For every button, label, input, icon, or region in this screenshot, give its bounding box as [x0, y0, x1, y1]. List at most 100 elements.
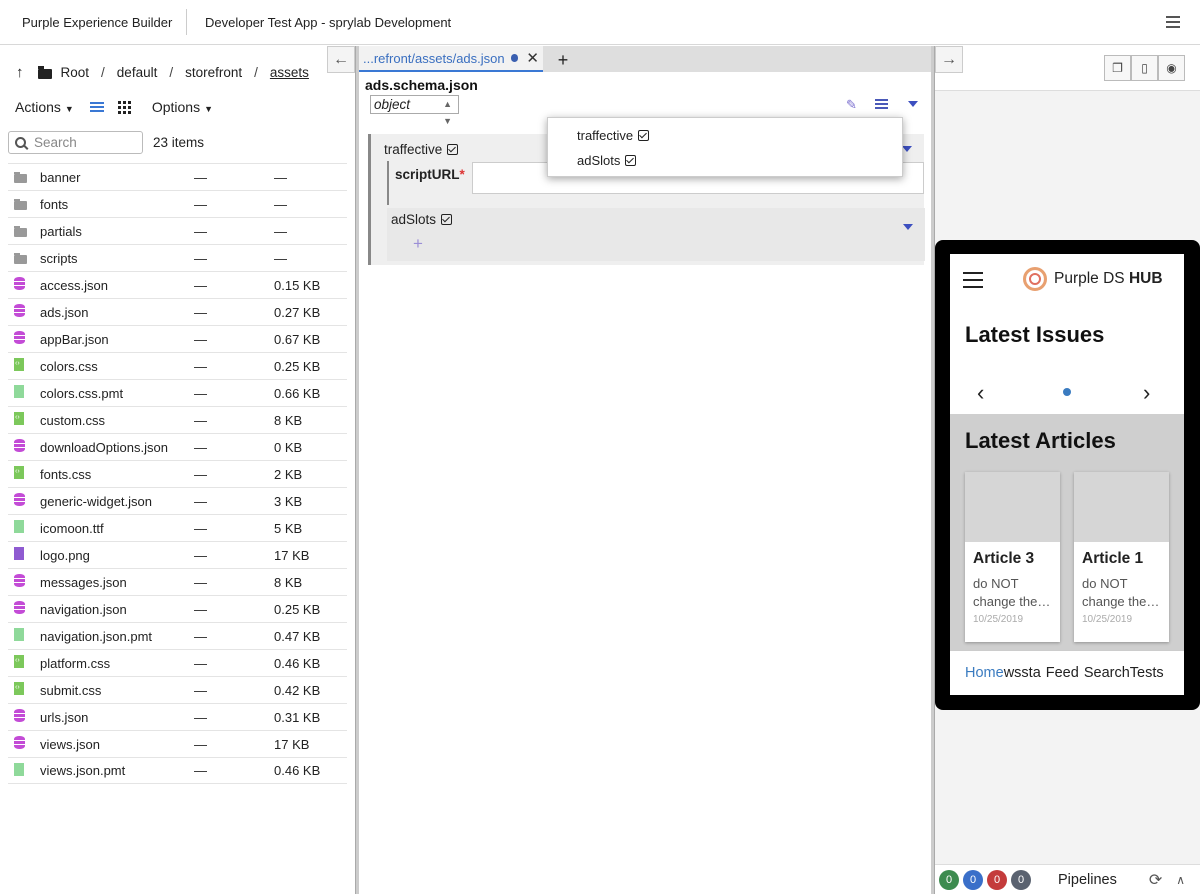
file-row[interactable]: fonts.css — 2 KB: [8, 460, 347, 487]
file-row[interactable]: views.json — 17 KB: [8, 730, 347, 757]
checkbox-checked-icon[interactable]: [638, 130, 650, 141]
hamburger-menu-icon[interactable]: [1166, 14, 1180, 28]
popup-item-traffective[interactable]: traffective: [577, 128, 650, 143]
grid-view-icon[interactable]: [117, 100, 131, 114]
file-modified: —: [194, 196, 207, 212]
breadcrumb-separator: /: [254, 65, 258, 80]
checkbox-checked-icon[interactable]: [625, 155, 637, 166]
type-select[interactable]: object ▲ ▼: [370, 95, 459, 126]
expand-right-arrow-icon[interactable]: →: [935, 46, 963, 73]
file-row[interactable]: messages.json — 8 KB: [8, 568, 347, 595]
file-row[interactable]: navigation.json — 0.25 KB: [8, 595, 347, 622]
file-modified: —: [194, 709, 207, 725]
search-input[interactable]: Search: [8, 131, 143, 154]
file-row[interactable]: logo.png — 17 KB: [8, 541, 347, 568]
file-row[interactable]: ads.json — 0.27 KB: [8, 298, 347, 325]
file-row[interactable]: colors.css — 0.25 KB: [8, 352, 347, 379]
database-icon: [8, 331, 40, 347]
tab-ads-json[interactable]: ...refront/assets/ads.json ✕: [359, 46, 543, 72]
file-modified: —: [194, 250, 207, 266]
chevron-down-icon[interactable]: [902, 146, 912, 152]
actions-dropdown[interactable]: Actions ▼: [15, 99, 74, 115]
file-modified: —: [194, 574, 207, 590]
chevron-up-icon[interactable]: ∧: [1176, 873, 1185, 887]
file-row[interactable]: appBar.json — 0.67 KB: [8, 325, 347, 352]
hamburger-menu-icon[interactable]: [963, 272, 983, 293]
nav-item-search[interactable]: Search: [1084, 665, 1130, 681]
required-mark: *: [459, 167, 465, 182]
file-row[interactable]: banner — —: [8, 163, 347, 190]
file-row[interactable]: icomoon.ttf — 5 KB: [8, 514, 347, 541]
pencil-icon[interactable]: ✎: [846, 98, 859, 111]
go-up-icon[interactable]: ↑: [16, 64, 24, 81]
file-row[interactable]: access.json — 0.15 KB: [8, 271, 347, 298]
status-count-badge[interactable]: 0: [987, 869, 1007, 890]
file-name: urls.json: [40, 709, 89, 725]
file-row[interactable]: platform.css — 0.46 KB: [8, 649, 347, 676]
chevron-down-icon[interactable]: [903, 224, 913, 230]
copy-icon[interactable]: ❐: [1104, 55, 1131, 81]
file-row[interactable]: partials — —: [8, 217, 347, 244]
carousel-dot[interactable]: [1063, 388, 1071, 396]
file-icon: [8, 762, 40, 779]
breadcrumb-storefront[interactable]: storefront: [185, 65, 242, 80]
breadcrumb-assets[interactable]: assets: [270, 65, 309, 80]
collapse-left-arrow-icon[interactable]: ←: [327, 46, 355, 73]
file-size: 2 KB: [274, 466, 303, 482]
chevron-left-icon[interactable]: ‹: [977, 380, 984, 406]
properties-list-icon[interactable]: [875, 97, 888, 111]
file-row[interactable]: downloadOptions.json — 0 KB: [8, 433, 347, 460]
list-view-icon[interactable]: [89, 100, 104, 114]
file-row[interactable]: submit.css — 0.42 KB: [8, 676, 347, 703]
breadcrumb-default[interactable]: default: [117, 65, 158, 80]
device-screen: Purple DS HUB Latest Issues ‹ › Latest A…: [950, 254, 1184, 695]
unsaved-dot-icon: [510, 54, 519, 62]
options-dropdown[interactable]: Options ▼: [152, 99, 213, 115]
status-count-badge[interactable]: 0: [1011, 869, 1031, 890]
file-row[interactable]: navigation.json.pmt — 0.47 KB: [8, 622, 347, 649]
article-card[interactable]: Article 3 do NOT change the… 10/25/2019: [965, 472, 1060, 642]
file-row[interactable]: scripts — —: [8, 244, 347, 271]
pipelines-label[interactable]: Pipelines: [1058, 872, 1117, 888]
adslots-row: adSlots +: [387, 208, 925, 261]
latest-articles-heading: Latest Articles: [965, 428, 1116, 453]
device-frame: Purple DS HUB Latest Issues ‹ › Latest A…: [935, 240, 1200, 710]
breadcrumb-root[interactable]: Root: [61, 65, 90, 80]
file-modified: —: [194, 601, 207, 617]
file-row[interactable]: custom.css — 8 KB: [8, 406, 347, 433]
add-tab-icon[interactable]: +: [543, 48, 583, 72]
file-modified: —: [194, 385, 207, 401]
chevron-down-icon[interactable]: [908, 101, 918, 107]
chevron-right-icon[interactable]: ›: [1143, 380, 1150, 406]
database-icon: [8, 277, 40, 293]
refresh-icon[interactable]: ⟳: [1149, 870, 1162, 890]
checkbox-checked-icon[interactable]: [441, 214, 453, 225]
nav-item-feed[interactable]: Feed: [1046, 665, 1079, 681]
file-modified: —: [194, 547, 207, 563]
eye-icon[interactable]: ◉: [1158, 55, 1185, 81]
file-modified: —: [194, 763, 207, 778]
close-icon[interactable]: ✕: [526, 49, 539, 67]
properties-popup: traffective adSlots: [547, 117, 903, 177]
document-icon[interactable]: ▯: [1131, 55, 1158, 81]
file-row[interactable]: views.json.pmt — 0.46 KB: [8, 757, 347, 784]
file-row[interactable]: fonts — —: [8, 190, 347, 217]
popup-item-label: adSlots: [577, 153, 621, 168]
add-item-icon[interactable]: +: [413, 234, 423, 254]
nav-item-wssta[interactable]: wssta: [1004, 665, 1041, 681]
popup-item-adslots[interactable]: adSlots: [577, 153, 637, 168]
file-browser-panel: ← ↑ Root / default / storefront / assets…: [0, 46, 356, 894]
nav-item-tests[interactable]: Tests: [1130, 665, 1164, 681]
file-row[interactable]: generic-widget.json — 3 KB: [8, 487, 347, 514]
article-card[interactable]: Article 1 do NOT change the… 10/25/2019: [1074, 472, 1169, 642]
file-row[interactable]: colors.css.pmt — 0.66 KB: [8, 379, 347, 406]
brand-name[interactable]: Purple Experience Builder: [0, 15, 186, 30]
checkbox-checked-icon[interactable]: [447, 144, 459, 155]
app-name[interactable]: Developer Test App - sprylab Development: [187, 15, 451, 30]
status-count-badge[interactable]: 0: [963, 869, 983, 890]
file-modified: —: [194, 223, 207, 239]
file-row[interactable]: urls.json — 0.31 KB: [8, 703, 347, 730]
article-date: 10/25/2019: [973, 614, 1024, 625]
nav-item-home[interactable]: Home: [965, 665, 1004, 681]
status-count-badge[interactable]: 0: [939, 869, 959, 890]
